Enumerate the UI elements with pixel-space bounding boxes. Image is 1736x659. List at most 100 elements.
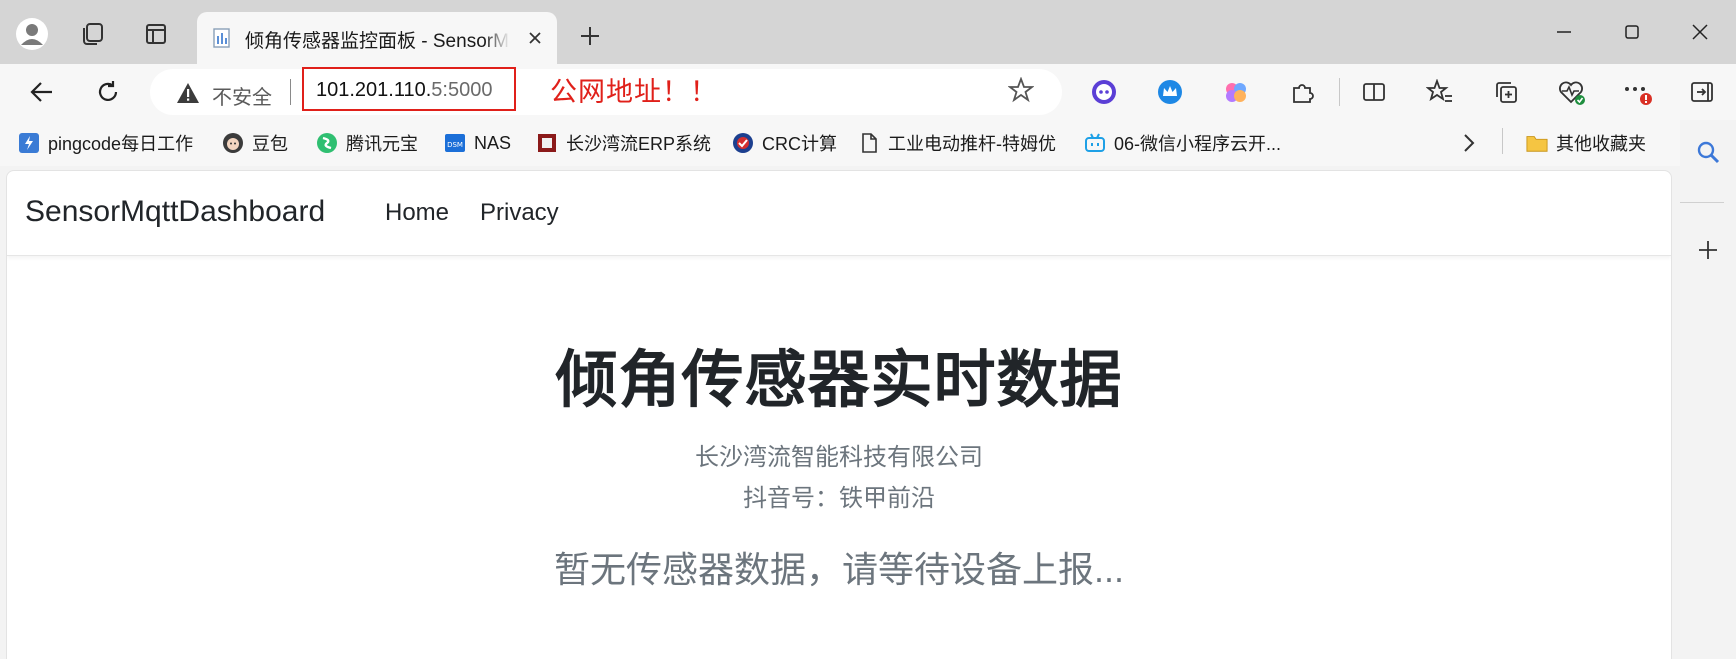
bookmark-label: 长沙湾流ERP系统: [566, 134, 712, 154]
heart-pulse-icon: [1559, 81, 1585, 105]
bookmark-item[interactable]: DSM NAS: [444, 128, 511, 158]
bookmarks-divider: [1502, 128, 1503, 154]
bookmark-label: 06-微信小程序云开...: [1114, 134, 1282, 154]
split-screen-button[interactable]: [1356, 74, 1392, 110]
page-title: 倾角传感器实时数据: [555, 346, 1123, 415]
bookmark-label: 腾讯元宝: [346, 134, 418, 154]
nav-link-home[interactable]: Home: [385, 199, 449, 227]
extensions-button[interactable]: [1284, 74, 1320, 110]
erp-icon: [536, 132, 558, 154]
more-bookmarks-button[interactable]: [1458, 128, 1480, 158]
tab-actions-icon: [146, 24, 166, 44]
extension-button-2[interactable]: [1152, 74, 1188, 110]
tab-strip: 倾角传感器监控面板 - SensorMqttDashboard: [0, 0, 1736, 64]
bookmark-label: pingcode每日工作: [48, 134, 194, 154]
puzzle-icon: [1293, 84, 1314, 103]
minimize-button[interactable]: [1534, 12, 1594, 52]
other-bookmarks-folder[interactable]: 其他收藏夹: [1526, 128, 1646, 158]
warning-icon: [176, 82, 200, 109]
brain-icon: [1226, 83, 1246, 102]
svg-text:DSM: DSM: [447, 141, 463, 149]
collections-icon: [1496, 82, 1517, 103]
company-name: 长沙湾流智能科技有限公司: [695, 444, 983, 471]
bookmark-label: 工业电动推杆-特姆优: [888, 134, 1056, 154]
bookmark-item[interactable]: CRC计算: [732, 128, 837, 158]
close-icon: [1692, 24, 1708, 40]
browser-essentials-button[interactable]: [1554, 74, 1590, 110]
chat-bot-icon: [1092, 80, 1116, 104]
address-separator: [290, 79, 291, 105]
refresh-icon: [98, 81, 118, 101]
back-arrow-icon: [30, 82, 52, 102]
workspaces-button[interactable]: [72, 14, 112, 54]
browser-toolbar: 不安全: [0, 64, 1736, 120]
bookmarks-bar: pingcode每日工作 豆包 腾讯元宝 DSM NAS 长沙湾流ERP系统 C…: [0, 120, 1680, 166]
public-address-annotation: 公网地址！！: [550, 77, 718, 108]
page-favicon-icon: [211, 27, 233, 54]
url-port: 5:5000: [431, 79, 493, 101]
extension-button-3[interactable]: [1218, 74, 1254, 110]
security-status-label[interactable]: 不安全: [212, 81, 272, 110]
yuanbao-icon: [316, 132, 338, 154]
bookmark-item[interactable]: 腾讯元宝: [316, 128, 418, 158]
edge-sidebar: [1680, 120, 1736, 658]
active-tab[interactable]: 倾角传感器监控面板 - SensorMqttDashboard: [197, 12, 557, 64]
bookmark-item[interactable]: 豆包: [222, 128, 288, 158]
pingcode-icon: [18, 132, 40, 154]
star-icon: [1008, 77, 1034, 103]
douyin-account: 抖音号：铁甲前沿: [743, 485, 935, 512]
profile-icon: [16, 18, 48, 50]
workspaces-icon: [83, 23, 103, 45]
bookmark-item[interactable]: 工业电动推杆-特姆优: [858, 128, 1056, 158]
bookmark-label: NAS: [474, 132, 512, 153]
plus-icon: [1699, 241, 1717, 259]
url-highlight-box[interactable]: 101.201.110.5:5000: [302, 67, 516, 111]
folder-icon: [1526, 132, 1548, 154]
nav-link-privacy[interactable]: Privacy: [480, 199, 559, 227]
maximize-button[interactable]: [1602, 12, 1662, 52]
collections-button[interactable]: [1488, 74, 1524, 110]
doubao-avatar-icon: [222, 132, 244, 154]
sidebar-exit-icon: [1691, 82, 1713, 102]
bookmark-label: 豆包: [252, 134, 288, 154]
back-button[interactable]: [22, 72, 62, 112]
crown-app-icon: [1158, 80, 1182, 104]
sidebar-add-button[interactable]: [1688, 230, 1728, 270]
site-navbar: SensorMqttDashboard Home Privacy: [7, 171, 1671, 256]
bilibili-icon: [1084, 132, 1106, 154]
sidebar-divider: [1680, 202, 1724, 203]
new-tab-button[interactable]: [570, 18, 610, 54]
favorites-star-list-icon: [1426, 79, 1452, 102]
minimize-icon: [1557, 31, 1571, 33]
settings-more-button[interactable]: [1620, 74, 1656, 110]
tab-title: 倾角传感器监控面板 - SensorMqttDashboard: [245, 26, 510, 53]
sidebar-search-button[interactable]: [1688, 132, 1728, 172]
plus-icon: [581, 27, 599, 45]
bookmark-item[interactable]: 06-微信小程序云开...: [1084, 128, 1281, 158]
search-icon: [1697, 141, 1720, 164]
sidebar-toggle-button[interactable]: [1684, 74, 1720, 110]
page-viewport: SensorMqttDashboard Home Privacy 倾角传感器实时…: [6, 170, 1672, 659]
split-screen-icon: [1363, 83, 1385, 101]
bookmark-item[interactable]: 长沙湾流ERP系统: [536, 128, 711, 158]
close-tab-icon[interactable]: [523, 26, 547, 50]
favorites-button[interactable]: [1422, 74, 1458, 110]
profile-button[interactable]: [12, 14, 52, 54]
favorite-button[interactable]: [1003, 72, 1039, 108]
close-window-button[interactable]: [1670, 12, 1730, 52]
bookmark-label: CRC计算: [762, 134, 837, 154]
dsm-icon: DSM: [444, 132, 466, 154]
other-bookmarks-label: 其他收藏夹: [1556, 134, 1646, 154]
extension-button-1[interactable]: [1086, 74, 1122, 110]
maximize-icon: [1625, 25, 1639, 39]
url-text: 101.201.110.5:5000: [316, 79, 492, 102]
vertical-tabs-button[interactable]: [136, 14, 176, 54]
page-icon: [858, 132, 880, 154]
crc-icon: [732, 132, 754, 154]
toolbar-divider: [1339, 78, 1340, 106]
site-brand-link[interactable]: SensorMqttDashboard: [25, 195, 325, 229]
refresh-button[interactable]: [88, 72, 128, 112]
bookmark-item[interactable]: pingcode每日工作: [18, 128, 193, 158]
url-main: 101.201.110.: [316, 79, 432, 101]
chevron-right-icon: [1458, 132, 1480, 154]
